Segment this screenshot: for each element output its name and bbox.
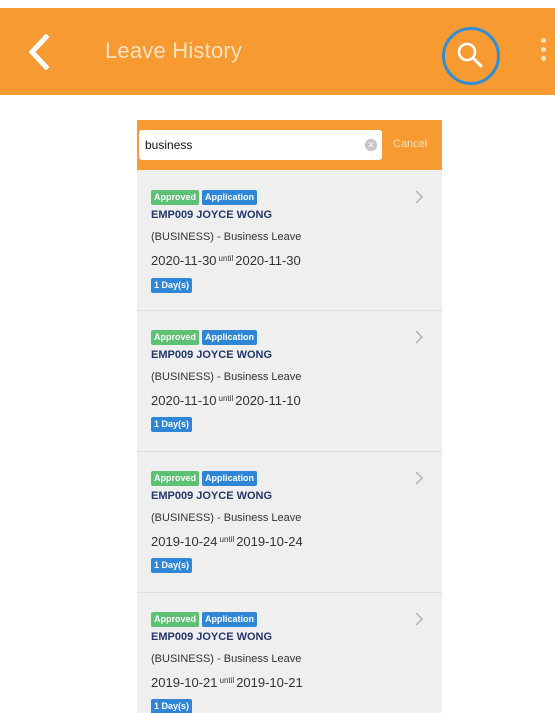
date-from: 2019-10-24 — [151, 534, 218, 549]
date-to: 2020-11-10 — [235, 393, 301, 408]
list-item[interactable]: Approved Application EMP009 JOYCE WONG (… — [137, 452, 442, 593]
leave-type: (BUSINESS) - Business Leave — [151, 371, 302, 383]
list-item[interactable]: Approved Application EMP009 JOYCE WONG (… — [137, 593, 442, 713]
application-badge: Application — [202, 612, 258, 627]
duration-badge: 1 Day(s) — [151, 278, 193, 293]
employee-name: EMP009 JOYCE WONG — [151, 209, 273, 221]
until-label: until — [218, 254, 234, 263]
application-badge: Application — [202, 190, 258, 205]
chevron-left-icon — [28, 33, 50, 71]
duration-badge: 1 Day(s) — [151, 417, 193, 432]
approved-badge: Approved — [151, 612, 200, 627]
date-range: 2020-11-10 until 2020-11-10 — [151, 393, 301, 408]
status-badges: Approved Application — [151, 471, 258, 486]
date-to: 2019-10-24 — [236, 534, 303, 549]
until-label: until — [219, 676, 235, 685]
more-vertical-icon — [541, 38, 546, 43]
date-to: 2020-11-30 — [235, 253, 301, 268]
cancel-button[interactable]: Cancel — [393, 138, 427, 150]
results-panel: ✕ Cancel Approved Application EMP009 JOY… — [137, 120, 442, 713]
status-badges: Approved Application — [151, 612, 258, 627]
approved-badge: Approved — [151, 190, 200, 205]
date-range: 2020-11-30 until 2020-11-30 — [151, 253, 301, 268]
date-range: 2019-10-21 until 2019-10-21 — [151, 675, 303, 690]
chevron-right-icon — [415, 330, 424, 344]
status-badges: Approved Application — [151, 190, 258, 205]
chevron-right-icon — [415, 471, 424, 485]
date-from: 2020-11-30 — [151, 253, 217, 268]
search-input[interactable] — [145, 136, 355, 154]
employee-name: EMP009 JOYCE WONG — [151, 349, 273, 361]
list-item[interactable]: Approved Application EMP009 JOYCE WONG (… — [137, 170, 442, 311]
leave-type: (BUSINESS) - Business Leave — [151, 231, 302, 243]
search-bar: ✕ Cancel — [137, 120, 442, 170]
approved-badge: Approved — [151, 471, 200, 486]
chevron-right-icon — [415, 190, 424, 204]
back-button[interactable] — [26, 33, 52, 71]
date-from: 2019-10-21 — [151, 675, 218, 690]
more-options-button[interactable] — [540, 38, 548, 68]
status-badges: Approved Application — [151, 330, 258, 345]
duration-badge: 1 Day(s) — [151, 558, 193, 573]
page-title: Leave History — [105, 38, 243, 63]
leave-type: (BUSINESS) - Business Leave — [151, 512, 302, 524]
search-icon — [457, 42, 483, 68]
chevron-right-icon — [415, 612, 424, 626]
date-range: 2019-10-24 until 2019-10-24 — [151, 534, 303, 549]
search-field-wrapper: ✕ — [139, 130, 382, 160]
approved-badge: Approved — [151, 330, 200, 345]
date-from: 2020-11-10 — [151, 393, 217, 408]
duration-badge: 1 Day(s) — [151, 699, 193, 713]
employee-name: EMP009 JOYCE WONG — [151, 631, 273, 643]
list-item[interactable]: Approved Application EMP009 JOYCE WONG (… — [137, 311, 442, 452]
until-label: until — [219, 535, 235, 544]
date-to: 2019-10-21 — [236, 675, 303, 690]
until-label: until — [218, 394, 234, 403]
application-badge: Application — [202, 471, 258, 486]
employee-name: EMP009 JOYCE WONG — [151, 490, 273, 502]
leave-type: (BUSINESS) - Business Leave — [151, 653, 302, 665]
application-badge: Application — [202, 330, 258, 345]
search-button[interactable] — [442, 27, 500, 85]
app-header: Leave History — [0, 8, 555, 95]
clear-icon[interactable]: ✕ — [365, 139, 377, 151]
